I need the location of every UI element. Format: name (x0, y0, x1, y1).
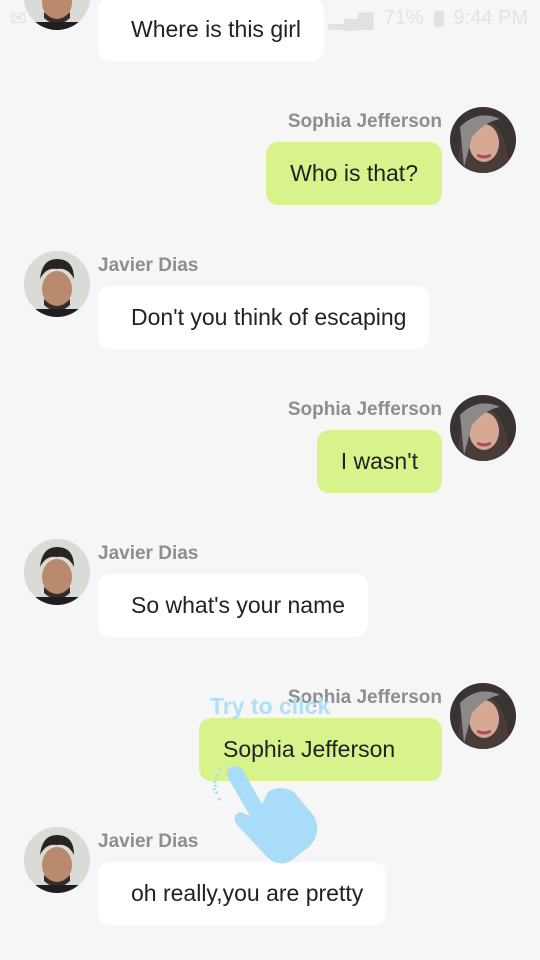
message-bubble[interactable]: Who is that? (266, 142, 442, 205)
female-avatar[interactable] (450, 395, 516, 461)
signal-icon: ▂▄▆ (328, 8, 374, 30)
male-avatar[interactable] (24, 251, 90, 317)
female-avatar[interactable] (450, 683, 516, 749)
female-avatar[interactable] (450, 107, 516, 173)
chat-screen: ✉ ◐ ▂▄▆ 71% 9:44 PM Where is this girl S… (0, 0, 540, 960)
male-avatar[interactable] (24, 539, 90, 605)
message-bubble[interactable]: Where is this girl (98, 0, 324, 61)
status-right: ▂▄▆ 71% 9:44 PM (329, 6, 528, 31)
message-bubble[interactable]: So what's your name (98, 574, 369, 637)
clock: 9:44 PM (453, 7, 528, 29)
battery-percent: 71% (383, 7, 424, 29)
sender-name: Javier Dias (98, 543, 199, 564)
message-bubble[interactable]: Don't you think of escaping (98, 286, 430, 349)
sender-name: Javier Dias (98, 255, 199, 276)
sender-name: Javier Dias (98, 831, 199, 852)
sender-name: Sophia Jefferson (287, 399, 442, 420)
message-bubble[interactable]: I wasn't (316, 430, 442, 493)
battery-icon (433, 10, 444, 27)
male-avatar[interactable] (24, 827, 90, 893)
tutorial-hint: Try to click (210, 693, 331, 719)
sender-name: Sophia Jefferson (287, 111, 442, 132)
pointing-hand-icon (210, 760, 330, 875)
